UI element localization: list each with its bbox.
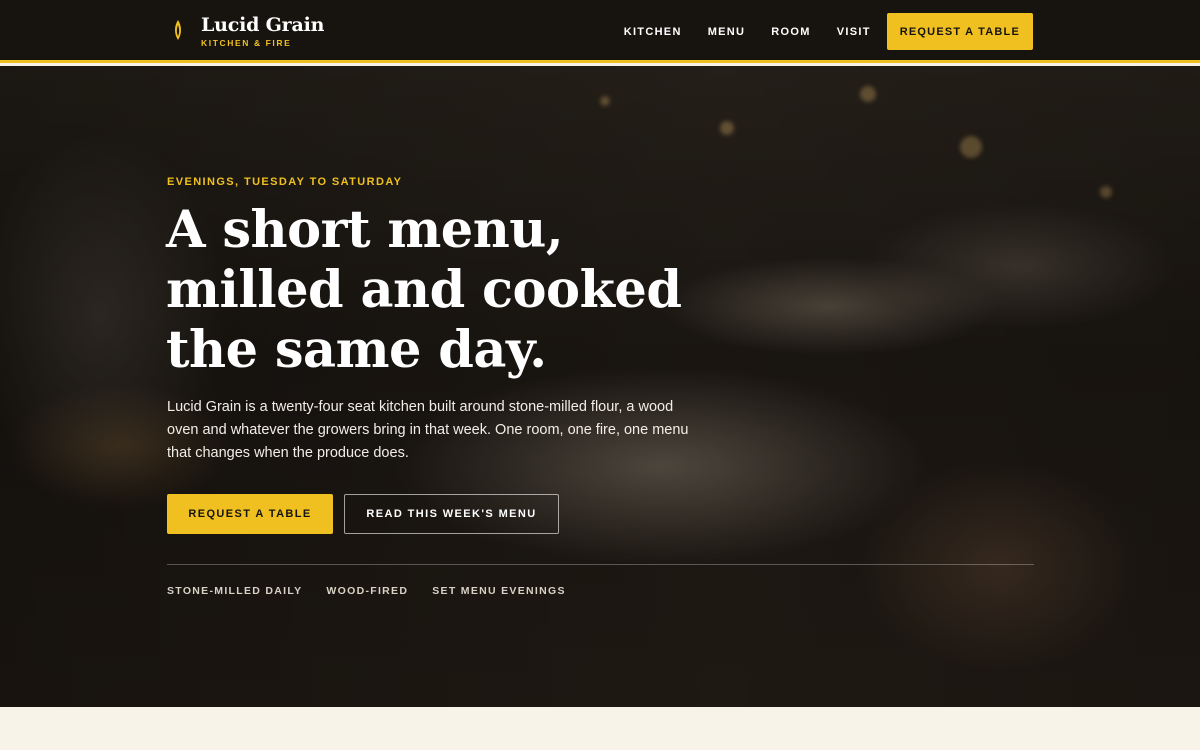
site-header: Lucid Grain KITCHEN & FIRE KITCHEN MENU … bbox=[0, 0, 1200, 63]
hero-section: EVENINGS, TUESDAY TO SATURDAY A short me… bbox=[0, 66, 1200, 707]
grain-flame-icon bbox=[175, 20, 181, 40]
next-section bbox=[0, 707, 1200, 750]
feature-item: SET MENU EVENINGS bbox=[432, 585, 566, 597]
feature-item: STONE-MILLED DAILY bbox=[167, 585, 303, 597]
nav-link-room[interactable]: ROOM bbox=[771, 26, 810, 38]
brand-logo[interactable]: Lucid Grain KITCHEN & FIRE bbox=[173, 14, 324, 48]
brand-name: Lucid Grain bbox=[201, 14, 325, 36]
hero-headline: A short menu, milled and cooked the same… bbox=[166, 200, 682, 380]
hero-overlay bbox=[0, 66, 1200, 707]
nav-link-menu[interactable]: MENU bbox=[708, 26, 746, 38]
read-menu-button[interactable]: READ THIS WEEK'S MENU bbox=[344, 494, 559, 534]
main-nav: KITCHEN MENU ROOM VISIT REQUEST A TABLE bbox=[624, 13, 1033, 50]
nav-link-kitchen[interactable]: KITCHEN bbox=[624, 26, 682, 38]
hero-divider bbox=[167, 564, 1034, 565]
brand-tagline: KITCHEN & FIRE bbox=[201, 38, 292, 48]
request-table-button[interactable]: REQUEST A TABLE bbox=[167, 494, 333, 534]
hero-eyebrow: EVENINGS, TUESDAY TO SATURDAY bbox=[167, 176, 403, 188]
feature-list: STONE-MILLED DAILY WOOD-FIRED SET MENU E… bbox=[167, 585, 590, 597]
nav-link-visit[interactable]: VISIT bbox=[837, 26, 871, 38]
request-table-nav-button[interactable]: REQUEST A TABLE bbox=[886, 13, 1033, 50]
feature-item: WOOD-FIRED bbox=[326, 585, 409, 597]
hero-lede: Lucid Grain is a twenty-four seat kitche… bbox=[167, 399, 689, 461]
